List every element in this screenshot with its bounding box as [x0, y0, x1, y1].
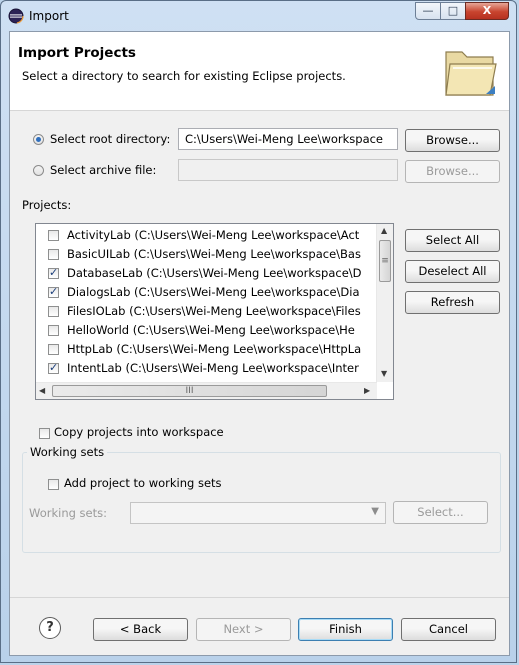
browse-archive-button[interactable]: Browse... — [405, 160, 500, 183]
project-checkbox[interactable] — [48, 306, 59, 317]
project-label: BasicUILab (C:\Users\Wei-Meng Lee\worksp… — [67, 247, 361, 261]
chevron-down-icon: ▼ — [371, 506, 379, 517]
import-dialog: Import — □ X Import Projects Select a di… — [0, 0, 517, 663]
title-bar[interactable]: Import — □ X — [1, 1, 516, 31]
horizontal-scroll-thumb[interactable]: III — [52, 385, 327, 397]
project-checkbox[interactable] — [48, 266, 59, 279]
close-button[interactable]: X — [465, 2, 509, 20]
project-label: FilesIOLab (C:\Users\Wei-Meng Lee\worksp… — [67, 304, 361, 318]
project-label: HttpLab (C:\Users\Wei-Meng Lee\workspace… — [67, 342, 362, 356]
list-item[interactable]: HttpLab (C:\Users\Wei-Meng Lee\workspace… — [36, 341, 376, 359]
project-checkbox[interactable] — [48, 344, 59, 355]
select-all-button[interactable]: Select All — [405, 229, 500, 252]
working-sets-combo[interactable]: ▼ — [130, 502, 386, 524]
window-title: Import — [29, 9, 69, 23]
help-icon[interactable]: ? — [39, 617, 61, 639]
project-checkbox[interactable] — [48, 361, 59, 374]
deselect-all-button[interactable]: Deselect All — [405, 260, 500, 283]
page-title: Import Projects — [18, 45, 136, 61]
browse-root-button[interactable]: Browse... — [405, 129, 500, 152]
project-checkbox[interactable] — [48, 325, 59, 336]
copy-projects-checkbox[interactable] — [39, 428, 50, 439]
archive-file-label[interactable]: Select archive file: — [50, 163, 156, 177]
projects-label: Projects: — [22, 198, 72, 212]
list-item[interactable]: HelloWorld (C:\Users\Wei-Meng Lee\worksp… — [36, 322, 376, 340]
scroll-up-arrow-icon[interactable]: ▲ — [381, 226, 387, 235]
footer-separator — [10, 597, 509, 598]
vertical-scrollbar[interactable]: ▲ ≡ ▼ — [376, 224, 393, 382]
cancel-button[interactable]: Cancel — [401, 618, 496, 641]
list-item[interactable]: DialogsLab (C:\Users\Wei-Meng Lee\worksp… — [36, 284, 376, 302]
open-folder-icon — [445, 51, 497, 96]
project-checkbox[interactable] — [48, 285, 59, 298]
horizontal-scrollbar[interactable]: ◀ III ▶ — [36, 382, 377, 399]
minimize-button[interactable]: — — [415, 2, 441, 20]
archive-file-field[interactable] — [178, 159, 398, 181]
wizard-banner: Import Projects Select a directory to se… — [10, 32, 509, 111]
project-label: DialogsLab (C:\Users\Wei-Meng Lee\worksp… — [67, 285, 360, 299]
scroll-down-arrow-icon[interactable]: ▼ — [381, 369, 387, 378]
working-sets-select-button[interactable]: Select... — [393, 501, 488, 524]
copy-projects-label[interactable]: Copy projects into workspace — [54, 425, 224, 439]
list-item[interactable]: DatabaseLab (C:\Users\Wei-Meng Lee\works… — [36, 265, 376, 283]
list-item[interactable]: BasicUILab (C:\Users\Wei-Meng Lee\worksp… — [36, 246, 376, 264]
list-item[interactable]: IntentLab (C:\Users\Wei-Meng Lee\workspa… — [36, 360, 376, 378]
root-directory-field[interactable]: C:\Users\Wei-Meng Lee\workspace — [178, 128, 398, 150]
working-sets-title: Working sets — [27, 445, 108, 459]
project-checkbox[interactable] — [48, 230, 59, 241]
back-button[interactable]: < Back — [93, 618, 188, 641]
finish-button[interactable]: Finish — [298, 618, 393, 641]
root-directory-radio[interactable] — [33, 134, 44, 145]
project-checkbox[interactable] — [48, 249, 59, 260]
list-item[interactable]: ActivityLab (C:\Users\Wei-Meng Lee\works… — [36, 227, 376, 245]
refresh-button[interactable]: Refresh — [405, 291, 500, 314]
maximize-button[interactable]: □ — [440, 2, 466, 20]
vertical-scroll-thumb[interactable]: ≡ — [379, 240, 391, 282]
root-directory-label[interactable]: Select root directory: — [50, 132, 170, 146]
working-sets-label: Working sets: — [29, 506, 108, 520]
scroll-left-arrow-icon[interactable]: ◀ — [39, 386, 45, 395]
list-item[interactable]: FilesIOLab (C:\Users\Wei-Meng Lee\worksp… — [36, 303, 376, 321]
project-label: ActivityLab (C:\Users\Wei-Meng Lee\works… — [67, 228, 360, 242]
add-working-sets-checkbox[interactable] — [48, 479, 59, 490]
project-label: HelloWorld (C:\Users\Wei-Meng Lee\worksp… — [67, 323, 355, 337]
archive-file-radio[interactable] — [33, 165, 44, 176]
next-button[interactable]: Next > — [196, 618, 291, 641]
page-description: Select a directory to search for existin… — [22, 69, 346, 83]
project-label: IntentLab (C:\Users\Wei-Meng Lee\workspa… — [67, 361, 359, 375]
scroll-right-arrow-icon[interactable]: ▶ — [364, 386, 370, 395]
dialog-client-area: Import Projects Select a directory to se… — [9, 31, 510, 656]
projects-list[interactable]: ActivityLab (C:\Users\Wei-Meng Lee\works… — [35, 223, 394, 400]
project-label: DatabaseLab (C:\Users\Wei-Meng Lee\works… — [67, 266, 362, 280]
eclipse-icon — [8, 8, 24, 24]
add-working-sets-label[interactable]: Add project to working sets — [64, 476, 222, 490]
